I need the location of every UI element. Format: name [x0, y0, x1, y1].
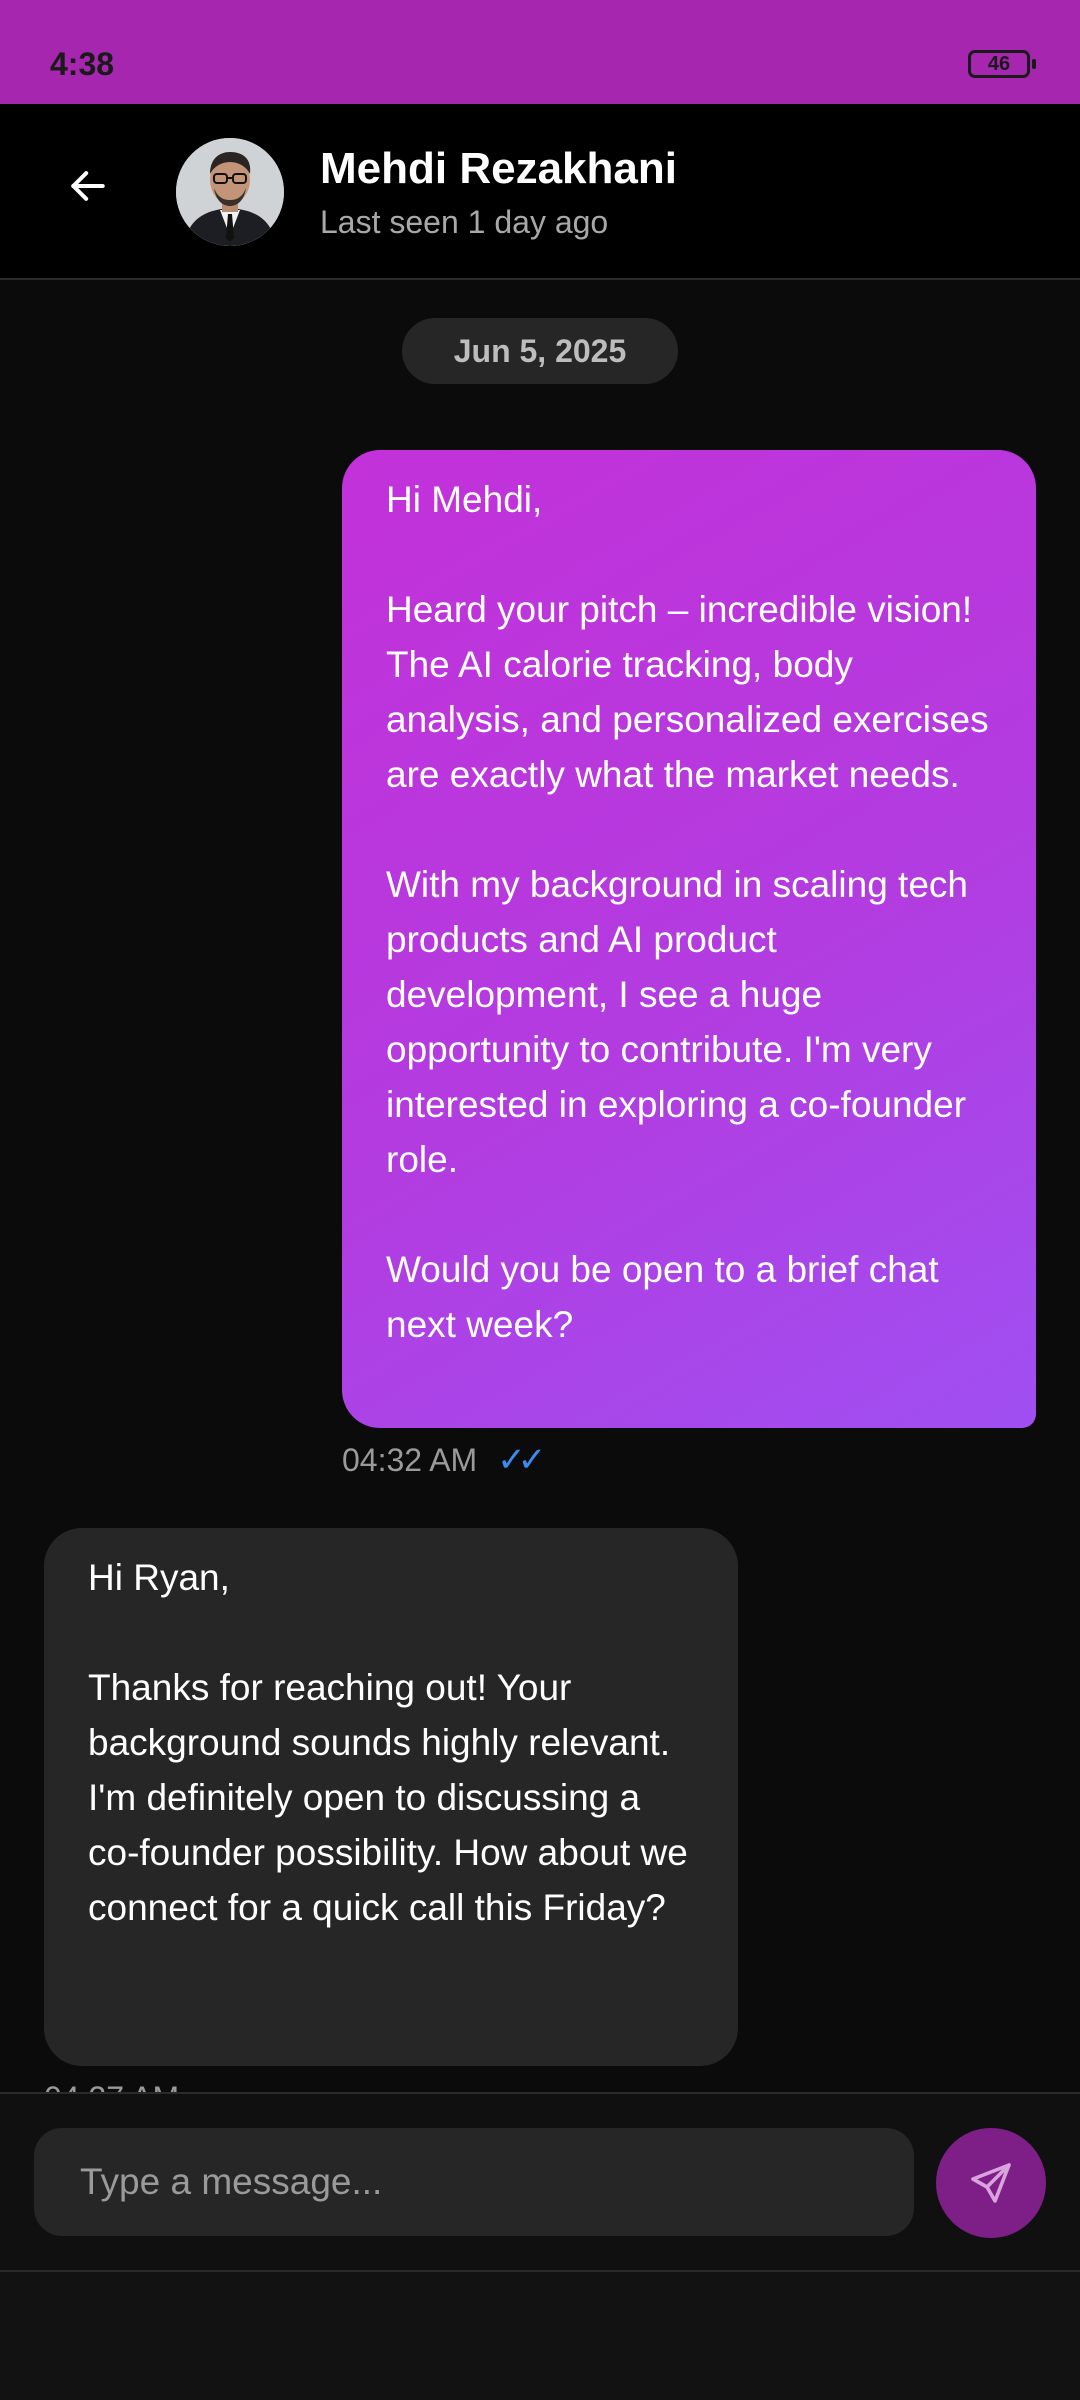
send-button[interactable] — [936, 2128, 1046, 2238]
back-button[interactable] — [56, 154, 120, 218]
chat-header: Mehdi Rezakhani Last seen 1 day ago — [0, 104, 1080, 280]
read-receipt-icon: ✓✓ — [497, 1441, 546, 1479]
composer-bar — [0, 2092, 1080, 2272]
message-input[interactable] — [34, 2128, 914, 2236]
message-time: 04:37 AM — [44, 2078, 179, 2092]
message-list[interactable]: Jun 5, 2025 Hi Mehdi, Heard your pitch –… — [0, 280, 1080, 2092]
battery-icon: 46 — [968, 50, 1036, 78]
status-bar: 4:38 46 — [0, 0, 1080, 104]
message-time: 04:32 AM — [342, 1441, 478, 1478]
outgoing-message-meta: 04:32 AM ✓✓ — [342, 1438, 546, 1482]
status-time: 4:38 — [50, 46, 115, 82]
system-navigation-area — [0, 2272, 1080, 2400]
last-seen-status: Last seen 1 day ago — [320, 204, 609, 240]
arrow-left-icon — [71, 171, 105, 201]
send-icon — [971, 2163, 1011, 2203]
outgoing-message-bubble[interactable]: Hi Mehdi, Heard your pitch – incredible … — [342, 450, 1036, 1428]
avatar[interactable] — [176, 138, 284, 246]
avatar-image — [176, 138, 284, 246]
date-separator: Jun 5, 2025 — [402, 318, 678, 384]
contact-name[interactable]: Mehdi Rezakhani — [320, 142, 677, 196]
incoming-message-bubble[interactable]: Hi Ryan, Thanks for reaching out! Your b… — [44, 1528, 738, 2066]
